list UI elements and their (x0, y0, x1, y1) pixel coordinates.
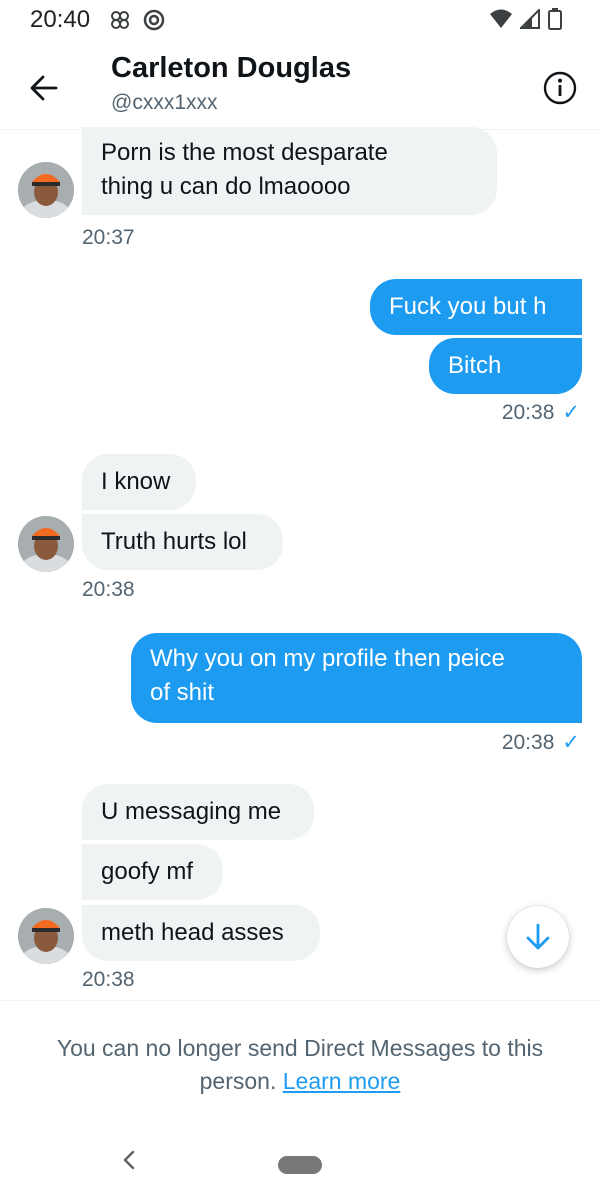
message-bubble-incoming[interactable]: meth head asses (82, 905, 320, 961)
message-timestamp-row: 20:38 ✓ (502, 730, 580, 755)
message-line: Porn is the most desparate (101, 139, 388, 166)
conversation-header: Carleton Douglas @cxxx1xxx (0, 40, 600, 130)
status-left-icons (108, 8, 166, 32)
contact-avatar[interactable] (18, 908, 74, 964)
message-bubble-incoming[interactable]: Porn is the most desparate thing u can d… (82, 127, 497, 215)
learn-more-link[interactable]: Learn more (283, 1068, 401, 1094)
message-timestamp: 20:38 (501, 731, 555, 754)
message-bubble-incoming[interactable]: U messaging me (82, 784, 314, 840)
info-icon (543, 71, 577, 105)
contact-name[interactable]: Carleton Douglas (111, 52, 351, 85)
wifi-icon (490, 9, 512, 28)
system-navigation-bar (0, 1130, 600, 1200)
checkmark-icon: ✓ (562, 731, 580, 754)
message-bubble-outgoing[interactable]: Fuck you but h (370, 279, 582, 335)
message-bubble-incoming[interactable]: goofy mf (82, 844, 223, 900)
message-timestamp: 20:38 (82, 578, 135, 601)
avatar-photo (18, 516, 74, 572)
contact-avatar[interactable] (18, 162, 74, 218)
arrow-left-icon (30, 75, 58, 101)
message-timestamp-row: 20:38 ✓ (502, 400, 580, 425)
status-bar: 20:40 (0, 0, 600, 40)
avatar-photo (18, 162, 74, 218)
nav-home-pill[interactable] (278, 1156, 322, 1174)
status-time: 20:40 (30, 6, 91, 33)
info-button[interactable] (540, 68, 580, 108)
sync-icon (143, 9, 165, 31)
dm-disabled-notice: You can no longer send Direct Messages t… (0, 1000, 600, 1110)
nav-back-button[interactable] (122, 1147, 136, 1178)
message-bubble-outgoing[interactable]: Why you on my profile then peice of shit (131, 633, 582, 723)
back-button[interactable] (24, 68, 64, 108)
message-timestamp: 20:38 (501, 401, 555, 424)
scroll-to-bottom-button[interactable] (507, 906, 569, 968)
signal-icon (520, 9, 540, 29)
message-bubble-outgoing[interactable]: Bitch (429, 338, 582, 394)
message-timestamp: 20:37 (82, 226, 135, 249)
arrow-down-icon (526, 923, 550, 950)
status-right-icons (490, 8, 562, 30)
notice-text: You can no longer send Direct Messages t… (20, 1032, 580, 1098)
message-line: Why you on my profile then peice (150, 645, 505, 672)
checkmark-icon: ✓ (562, 401, 580, 424)
message-line: of shit (150, 679, 215, 706)
message-bubble-incoming[interactable]: Truth hurts lol (82, 514, 283, 570)
pinwheel-icon (111, 11, 129, 29)
message-line: thing u can do lmaoooo (101, 173, 351, 200)
contact-handle[interactable]: @cxxx1xxx (111, 91, 218, 115)
dm-conversation-screen: 20:40 Carleton Douglas @cxxx1xxx Porn is… (0, 0, 600, 1200)
chevron-left-icon (123, 1150, 135, 1170)
message-timestamp: 20:38 (82, 968, 135, 991)
avatar-photo (18, 908, 74, 964)
message-bubble-incoming[interactable]: I know (82, 454, 196, 510)
battery-icon (548, 8, 562, 30)
contact-avatar[interactable] (18, 516, 74, 572)
